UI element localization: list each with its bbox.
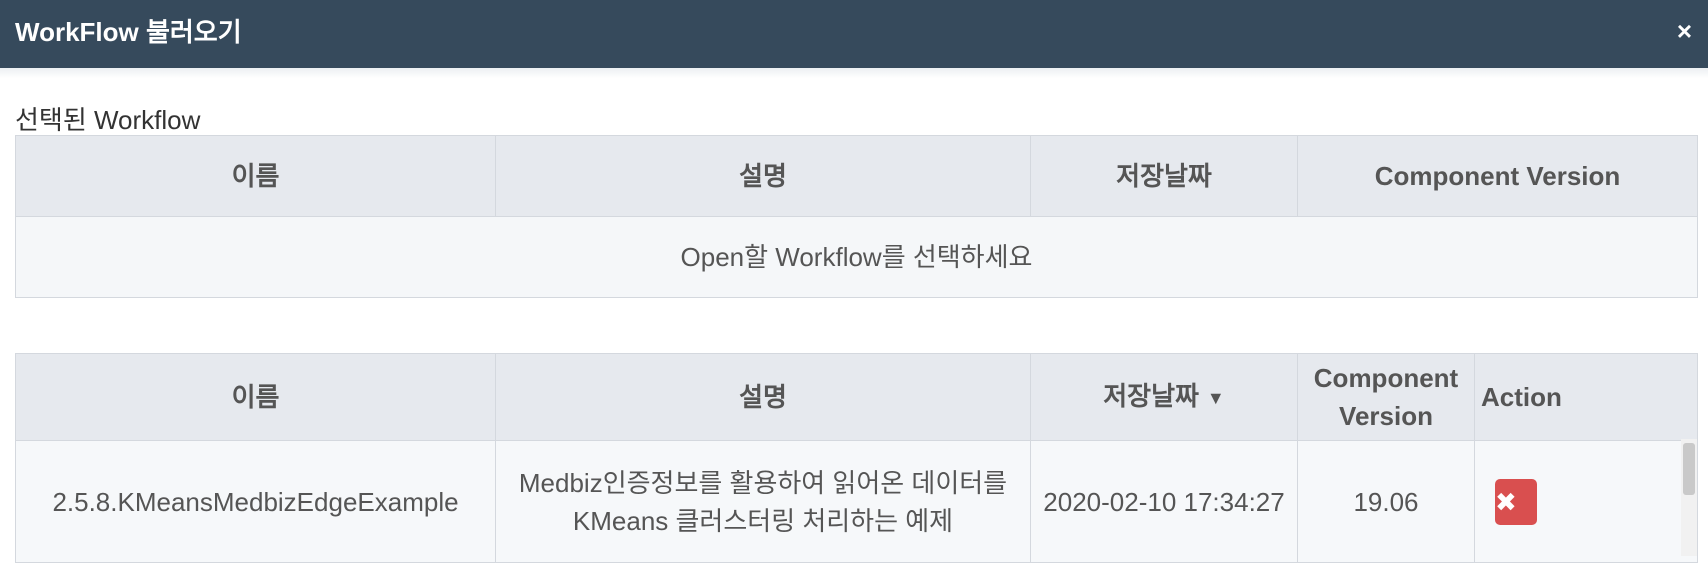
workflow-list-table: 이름 설명 저장날짜 ▼ Component Version Action 2.5… [15,353,1698,563]
workflow-action-cell: ✖ [1474,440,1698,563]
selected-workflow-label: 선택된 Workflow [15,105,201,135]
selected-workflow-table: 이름 설명 저장날짜 Component Version Open할 Workf… [15,135,1698,298]
delete-icon[interactable]: ✖ [1495,478,1537,525]
close-icon[interactable]: × [1677,0,1692,62]
column-header-component-version[interactable]: Component Version [1297,353,1475,441]
column-header-name: 이름 [15,135,496,217]
column-header-saved-date: 저장날짜 [1030,135,1298,217]
column-header-action: Action [1474,353,1698,441]
table-row: Open할 Workflow를 선택하세요 [15,216,1698,298]
titlebar-shadow [0,68,1708,78]
table-header-row: 이름 설명 저장날짜 Component Version [15,135,1698,217]
dialog-title: WorkFlow 불러오기 [15,17,242,47]
column-header-name[interactable]: 이름 [15,353,496,441]
workflow-description[interactable]: Medbiz인증정보를 활용하여 읽어온 데이터를 KMeans 클러스터링 처… [495,440,1031,563]
column-header-description: 설명 [495,135,1031,217]
table-row[interactable]: 2.5.8.KMeansMedbizEdgeExample Medbiz인증정보… [15,440,1698,563]
scrollbar-thumb[interactable] [1683,443,1695,495]
workflow-component-version[interactable]: 19.06 [1297,440,1475,563]
column-header-component-version: Component Version [1297,135,1698,217]
table-header-row: 이름 설명 저장날짜 ▼ Component Version Action [15,353,1698,441]
column-header-saved-date-label: 저장날짜 [1103,380,1199,411]
empty-message: Open할 Workflow를 선택하세요 [15,216,1698,298]
column-header-saved-date[interactable]: 저장날짜 ▼ [1030,353,1298,441]
column-header-description[interactable]: 설명 [495,353,1031,441]
dialog-titlebar: WorkFlow 불러오기 × [0,0,1708,68]
sort-desc-icon: ▼ [1206,388,1225,409]
workflow-name[interactable]: 2.5.8.KMeansMedbizEdgeExample [15,440,496,563]
workflow-saved-date[interactable]: 2020-02-10 17:34:27 [1030,440,1298,563]
